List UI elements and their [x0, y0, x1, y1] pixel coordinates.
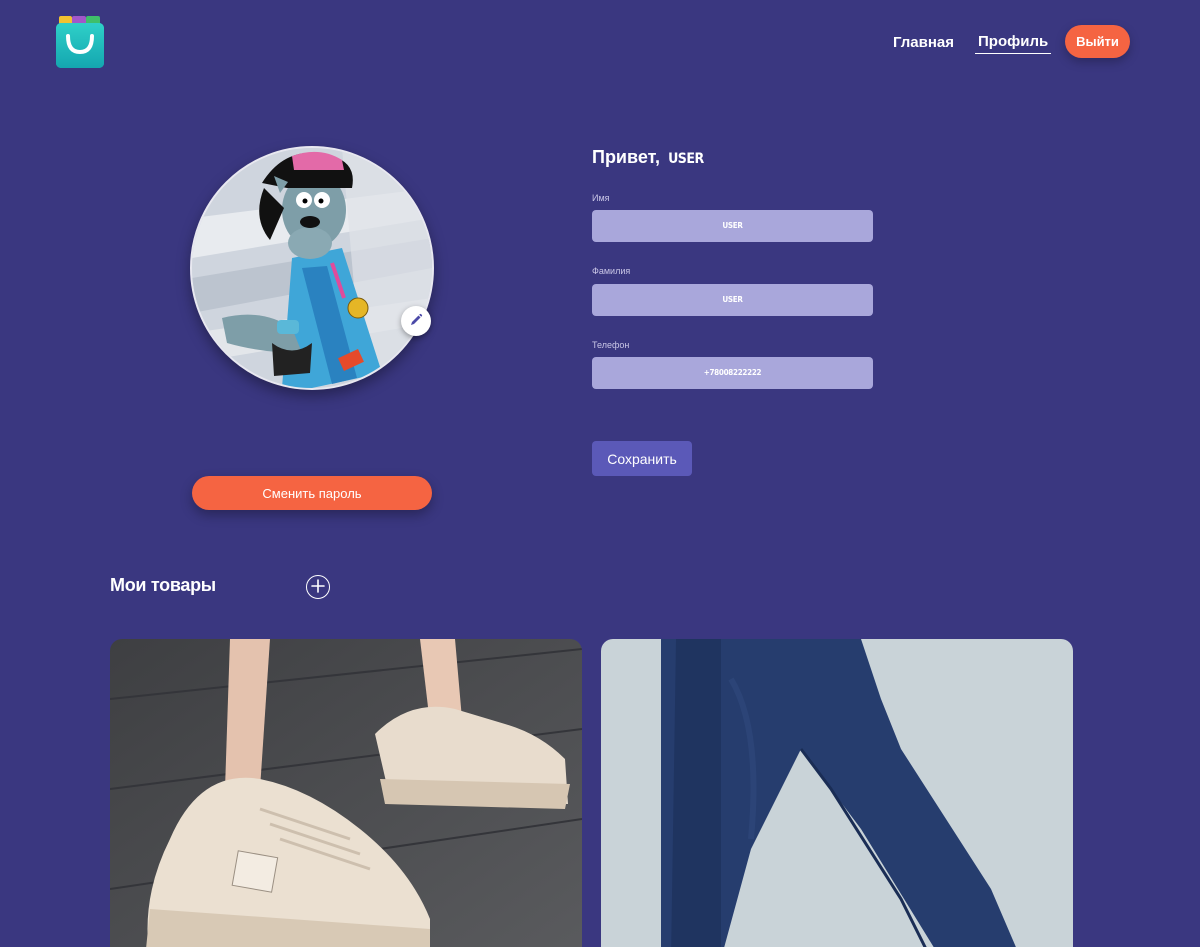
pencil-icon — [409, 313, 423, 330]
phone-label: Телефон — [592, 340, 630, 350]
first-name-label: Имя — [592, 193, 610, 203]
product-card-sneakers[interactable] — [110, 639, 582, 947]
jeans-product-image — [601, 639, 1073, 947]
edit-avatar-button[interactable] — [401, 306, 431, 336]
avatar-image — [190, 146, 434, 390]
save-button[interactable]: Сохранить — [592, 441, 692, 476]
phone-field[interactable]: +78008222222 — [592, 357, 873, 389]
change-password-button[interactable]: Сменить пароль — [192, 476, 432, 510]
nav-link-home[interactable]: Главная — [890, 34, 957, 54]
nav-link-profile[interactable]: Профиль — [975, 33, 1052, 54]
greeting-username: USER — [668, 151, 704, 167]
last-name-field[interactable]: USER — [592, 284, 873, 316]
add-product-button[interactable] — [306, 575, 330, 599]
greeting: Привет, USER — [592, 147, 704, 168]
last-name-label: Фамилия — [592, 266, 631, 276]
sneakers-product-image — [110, 639, 582, 947]
first-name-field[interactable]: USER — [592, 210, 873, 242]
shopping-bag-logo-icon[interactable] — [56, 16, 104, 68]
main-nav: Главная Профиль — [890, 33, 1052, 54]
plus-circle-icon — [311, 578, 325, 596]
logout-button[interactable]: Выйти — [1065, 25, 1130, 58]
greeting-text: Привет, — [592, 147, 661, 167]
my-products-title: Мои товары — [110, 575, 216, 595]
product-card-jeans[interactable] — [601, 639, 1073, 947]
avatar-container — [190, 146, 434, 390]
